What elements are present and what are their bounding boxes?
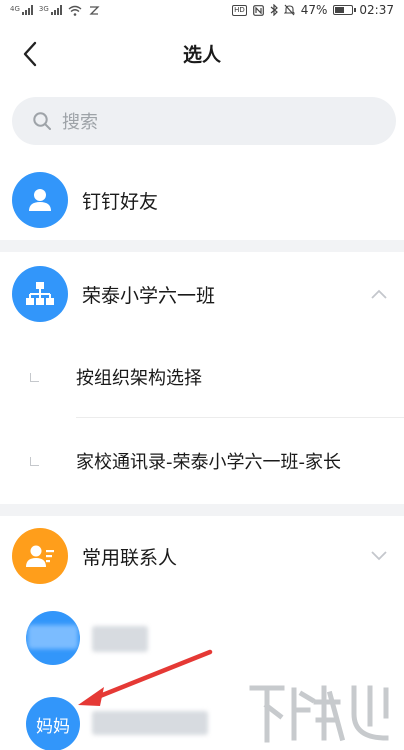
dingtalk-friends-label: 钉钉好友 xyxy=(82,190,159,213)
section-divider xyxy=(0,504,404,516)
chevron-up-icon[interactable] xyxy=(370,289,388,299)
page-title: 选人 xyxy=(182,44,221,66)
status-bar: 4G 3G HD 47% 02:37 xyxy=(0,0,404,20)
section-divider xyxy=(0,240,404,252)
frequent-contacts-row[interactable]: 常用联系人 xyxy=(0,528,404,584)
battery-fill xyxy=(335,7,344,13)
blurred-contact-name xyxy=(92,711,208,735)
bluetooth-icon xyxy=(270,4,278,16)
tree-connector xyxy=(30,372,39,382)
mute-icon xyxy=(283,4,295,16)
contacts-directory-item[interactable]: 家校通讯录-荣泰小学六一班-家长 xyxy=(0,421,404,501)
nfc-icon xyxy=(252,4,264,16)
clock: 02:37 xyxy=(359,3,394,17)
hd-badge: HD xyxy=(232,4,247,16)
contact-card-icon xyxy=(12,528,68,584)
battery-percent: 47% xyxy=(300,3,328,17)
rest-icon xyxy=(89,5,100,15)
org-chart-icon xyxy=(12,266,68,322)
signal-1-icon: 4G xyxy=(10,5,33,15)
battery-icon xyxy=(333,5,357,15)
tree-connector xyxy=(30,456,39,466)
blurred-avatar-text xyxy=(28,625,78,649)
row-divider xyxy=(76,417,404,418)
watermark-logo-icon xyxy=(249,685,389,743)
class-group-label: 荣泰小学六一班 xyxy=(82,284,216,307)
annotation-arrow-icon xyxy=(78,649,213,706)
status-right: HD 47% 02:37 xyxy=(232,3,394,17)
search-icon xyxy=(33,112,51,130)
org-structure-label: 按组织架构选择 xyxy=(76,368,202,389)
contacts-directory-label: 家校通讯录-荣泰小学六一班-家长 xyxy=(76,452,341,473)
person-icon xyxy=(12,172,68,228)
chevron-down-icon[interactable] xyxy=(370,551,388,561)
signal-2-icon: 3G xyxy=(39,5,62,15)
org-structure-item[interactable]: 按组织架构选择 xyxy=(0,337,404,417)
network-tag-2: 3G xyxy=(38,5,49,13)
class-group-row[interactable]: 荣泰小学六一班 xyxy=(0,266,404,322)
wifi-icon xyxy=(68,5,82,16)
network-tag-1: 4G xyxy=(10,5,20,13)
frequent-contacts-label: 常用联系人 xyxy=(82,546,178,569)
avatar-text: 妈妈 xyxy=(36,716,70,737)
search-input[interactable]: 搜索 xyxy=(12,97,396,145)
search-placeholder: 搜索 xyxy=(62,112,98,133)
dingtalk-friends-row[interactable]: 钉钉好友 xyxy=(0,172,404,228)
nav-bar: 选人 xyxy=(0,26,404,84)
status-left: 4G 3G xyxy=(10,5,100,16)
